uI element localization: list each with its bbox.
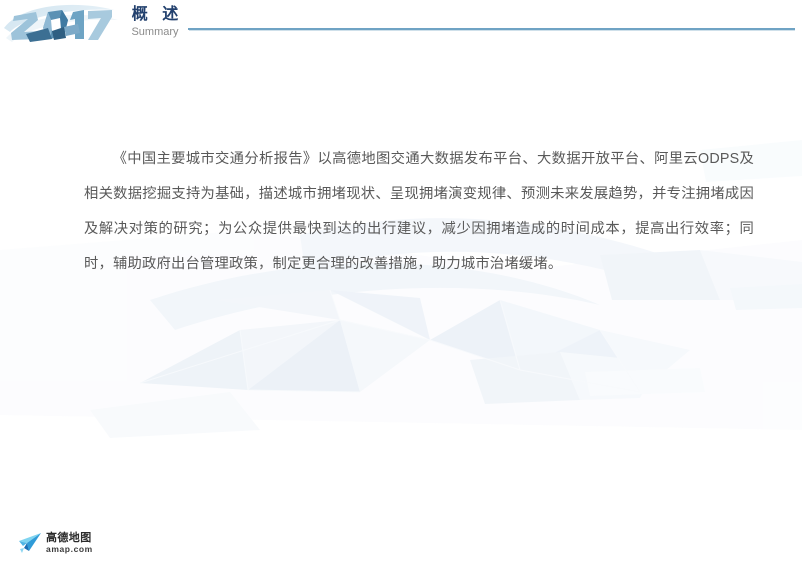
slide-header: 概 述 Summary [0,0,802,56]
summary-paragraph: 《中国主要城市交通分析报告》以高德地图交通大数据发布平台、大数据开放平台、阿里云… [84,151,754,272]
header-divider-shadow [189,30,795,31]
brand-url: amap.com [46,544,93,554]
footer-brand-logo: 高德地图 amap.com [18,530,93,556]
brand-name-cn: 高德地图 [46,532,92,544]
paper-plane-icon [19,533,41,553]
page-subtitle: Summary [131,26,179,38]
slide-canvas: 概 述 Summary 《中国主要城市交通分析报告》以高德地图交通大数据发布平台… [0,0,802,567]
header-title-block: 概 述 Summary [118,5,192,39]
background-watermark [0,140,802,438]
page-title: 概 述 [131,6,184,23]
footer-wordmark: 高德地图 amap.com [46,532,93,554]
year-2017-logo-icon [4,4,118,42]
